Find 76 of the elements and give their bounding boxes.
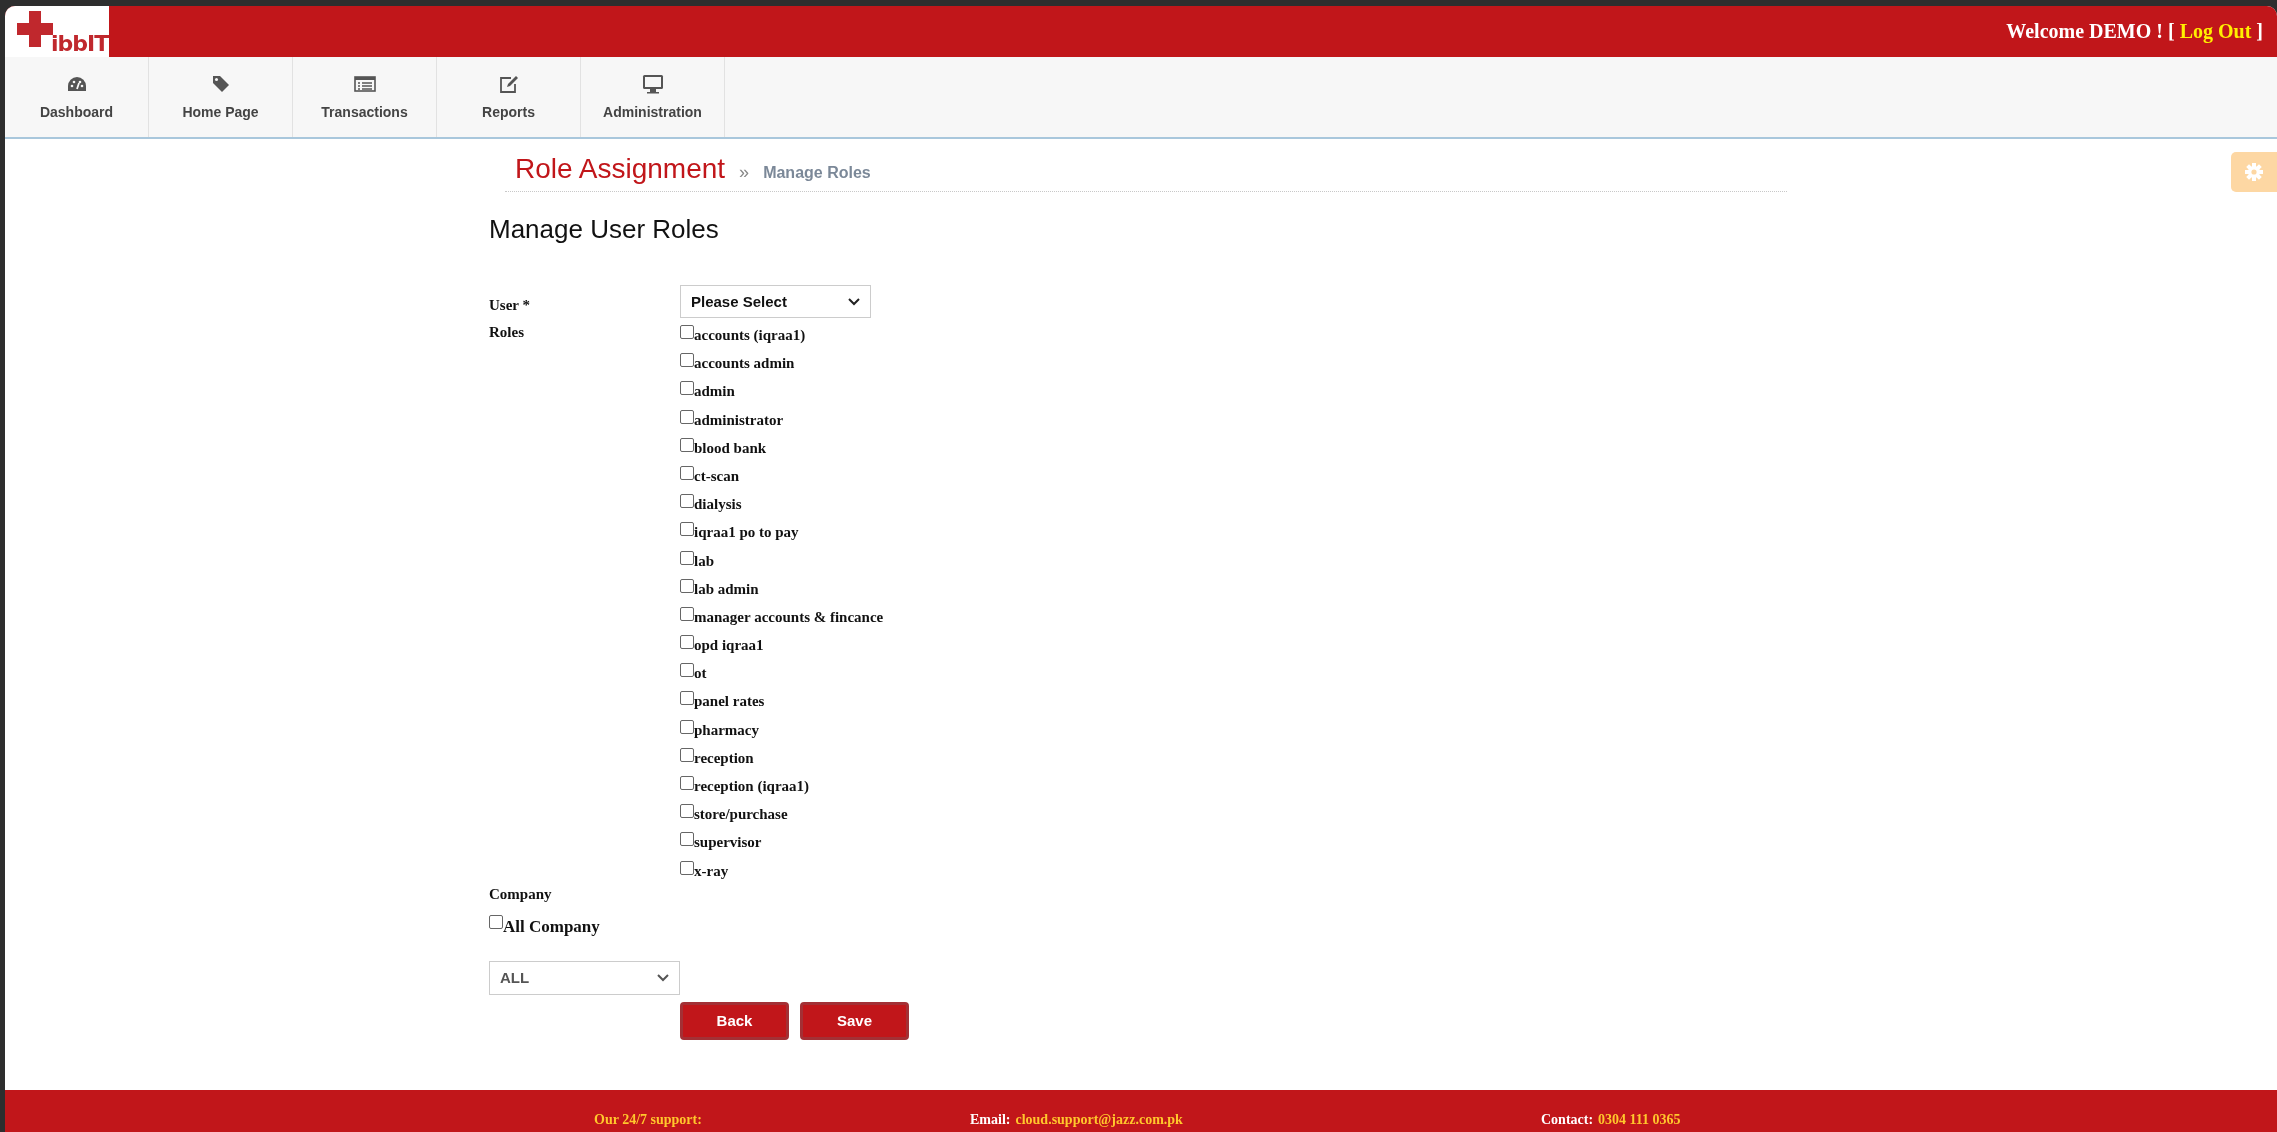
checkbox[interactable] <box>680 663 694 678</box>
nav-item[interactable]: Home Page <box>149 57 293 137</box>
checkbox-label: ot <box>694 665 707 683</box>
checkbox-label: opd iqraa1 <box>694 637 764 655</box>
section-title: Manage User Roles <box>489 214 720 245</box>
list-icon <box>353 76 376 92</box>
checkbox[interactable] <box>680 550 694 565</box>
checkbox[interactable] <box>680 719 694 734</box>
checkbox[interactable] <box>680 381 694 396</box>
checkbox[interactable] <box>680 437 694 452</box>
checkbox[interactable] <box>680 353 694 368</box>
footer-text: Our 24/7 support: <box>594 1112 702 1128</box>
page-heading: Role Assignment <box>515 153 726 185</box>
checkbox[interactable] <box>680 832 694 847</box>
phone-number: 0304 111 0365 <box>1598 1112 1681 1128</box>
checkbox-label: lab admin <box>694 580 759 598</box>
checkbox-label: lab <box>694 552 714 570</box>
checkbox-label: iqraa1 po to pay <box>694 524 799 542</box>
checkbox[interactable] <box>680 691 694 706</box>
checkbox[interactable] <box>489 914 503 929</box>
checkbox-label: pharmacy <box>694 721 759 739</box>
checkbox-label: accounts (iqraa1) <box>694 327 806 344</box>
checkbox-label: All Company <box>503 916 600 937</box>
checkbox-label: reception <box>694 749 754 767</box>
checkbox-label: administrator <box>694 411 784 429</box>
checkbox-label: admin <box>694 383 735 401</box>
checkbox-label: accounts admin <box>694 355 795 373</box>
checkbox-label: x-ray <box>694 862 729 880</box>
checkbox-label: ct-scan <box>694 467 739 485</box>
breadcrumb-separator: » <box>739 162 750 183</box>
breadcrumb-item: Manage Roles <box>763 164 871 182</box>
checkbox-label: reception (iqraa1) <box>694 778 810 795</box>
bracket: [ <box>2167 20 2175 43</box>
field-label: Company <box>489 885 553 903</box>
checkbox[interactable] <box>680 325 694 339</box>
field-label: Roles <box>489 323 525 341</box>
field-label: User * <box>489 296 531 314</box>
welcome-text: Welcome DEMO ! <box>2006 20 2163 43</box>
footer-label: Email: <box>970 1112 1011 1128</box>
nav-item[interactable]: Dashboard <box>5 57 149 137</box>
logout-link[interactable]: Log Out <box>2179 20 2252 43</box>
checkbox-label: blood bank <box>694 439 767 457</box>
checkbox-label: manager accounts & fincance <box>694 608 884 626</box>
user-select[interactable]: Please Select <box>680 285 871 318</box>
checkbox[interactable] <box>680 465 694 480</box>
chevron-icon <box>848 297 860 306</box>
checkbox[interactable] <box>680 804 694 819</box>
checkbox[interactable] <box>680 578 694 593</box>
company-select[interactable]: ALL <box>489 960 680 995</box>
monitor-icon <box>641 74 664 94</box>
checkbox-label: panel rates <box>694 693 765 711</box>
nav-item[interactable]: Reports <box>437 57 581 137</box>
edit-icon <box>498 75 519 93</box>
action-button[interactable]: Save <box>800 1001 909 1040</box>
settings-icon <box>2244 162 2264 182</box>
footer-label: Contact: <box>1541 1112 1594 1128</box>
checkbox-label: dialysis <box>694 496 742 514</box>
tag-icon <box>211 75 230 93</box>
checkbox-label: store/purchase <box>694 806 788 824</box>
checkbox[interactable] <box>680 409 694 424</box>
action-button[interactable]: Back <box>680 1001 789 1040</box>
checkbox[interactable] <box>680 747 694 762</box>
checkbox[interactable] <box>680 606 694 621</box>
checkbox[interactable] <box>680 494 694 509</box>
checkbox-label: supervisor <box>694 834 762 852</box>
checkbox[interactable] <box>680 860 694 875</box>
email-link[interactable]: cloud.support@jazz.com.pk <box>1015 1112 1183 1128</box>
nav-item[interactable]: Administration <box>581 57 725 137</box>
nav-item[interactable]: Transactions <box>293 57 437 137</box>
checkbox[interactable] <box>680 776 694 790</box>
bracket: ] <box>2256 20 2263 43</box>
chevron-icon <box>657 973 669 982</box>
checkbox[interactable] <box>680 635 694 650</box>
checkbox[interactable] <box>680 522 694 537</box>
gauge-icon <box>66 76 87 92</box>
logo-text: ibbIT <box>51 33 109 55</box>
